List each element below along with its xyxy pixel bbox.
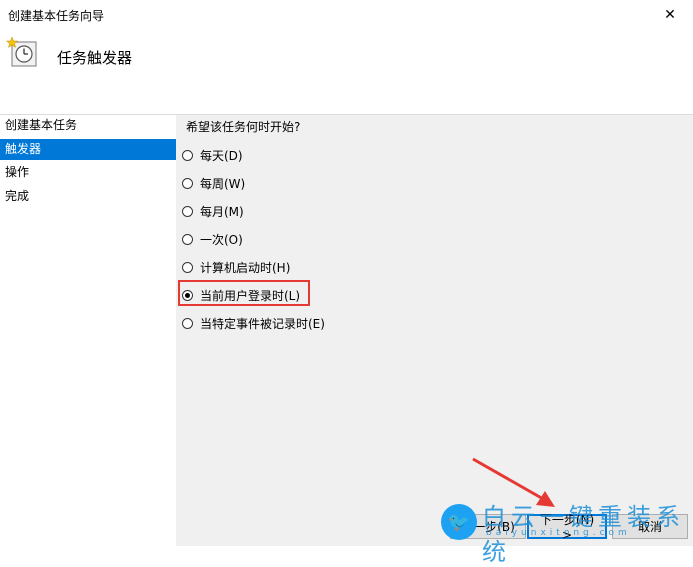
option-label: 当特定事件被记录时(E) bbox=[200, 316, 325, 331]
radio-once[interactable] bbox=[182, 233, 193, 245]
step-trigger[interactable]: 触发器 bbox=[0, 139, 176, 160]
option-daily[interactable]: 每天(D) bbox=[182, 144, 243, 166]
option-label: 计算机启动时(H) bbox=[200, 260, 291, 275]
watermark-url: baiyunxitong.com bbox=[486, 528, 631, 538]
option-once[interactable]: 一次(O) bbox=[182, 228, 243, 250]
option-weekly[interactable]: 每周(W) bbox=[182, 172, 245, 194]
radio-at-startup[interactable] bbox=[182, 261, 193, 273]
clock-wizard-icon bbox=[6, 36, 37, 67]
step-create-basic-task[interactable]: 创建基本任务 bbox=[0, 115, 176, 136]
step-action[interactable]: 操作 bbox=[0, 162, 176, 183]
twitter-bird-icon: 🐦 bbox=[441, 504, 477, 540]
close-button[interactable]: ✕ bbox=[647, 0, 693, 30]
option-at-logon[interactable]: 当前用户登录时(L) bbox=[178, 280, 310, 306]
radio-monthly[interactable] bbox=[182, 205, 193, 217]
radio-daily[interactable] bbox=[182, 149, 193, 161]
option-at-startup[interactable]: 计算机启动时(H) bbox=[182, 256, 290, 278]
question-label: 希望该任务何时开始? bbox=[186, 120, 301, 134]
close-icon: ✕ bbox=[664, 7, 676, 23]
radio-at-logon[interactable] bbox=[182, 289, 193, 301]
wizard-content: 希望该任务何时开始? 每天(D) 每周(W) 每月(M) 一次(O) 计算机启动… bbox=[176, 115, 693, 546]
page-title: 任务触发器 bbox=[57, 49, 133, 67]
title-bar: 创建基本任务向导 ✕ bbox=[0, 0, 693, 30]
step-finish[interactable]: 完成 bbox=[0, 186, 176, 207]
window-title: 创建基本任务向导 bbox=[8, 9, 105, 23]
option-label: 每周(W) bbox=[200, 176, 246, 191]
highlight-box bbox=[178, 280, 310, 306]
option-monthly[interactable]: 每月(M) bbox=[182, 200, 244, 222]
wizard-steps-sidebar: 创建基本任务 触发器 操作 完成 bbox=[0, 115, 176, 546]
option-on-event-logged[interactable]: 当特定事件被记录时(E) bbox=[182, 312, 325, 334]
option-label: 每月(M) bbox=[200, 204, 244, 219]
radio-on-event-logged[interactable] bbox=[182, 317, 193, 329]
radio-weekly[interactable] bbox=[182, 177, 193, 189]
option-label: 每天(D) bbox=[200, 148, 243, 163]
option-label: 一次(O) bbox=[200, 232, 243, 247]
wizard-header: 任务触发器 bbox=[0, 30, 693, 115]
